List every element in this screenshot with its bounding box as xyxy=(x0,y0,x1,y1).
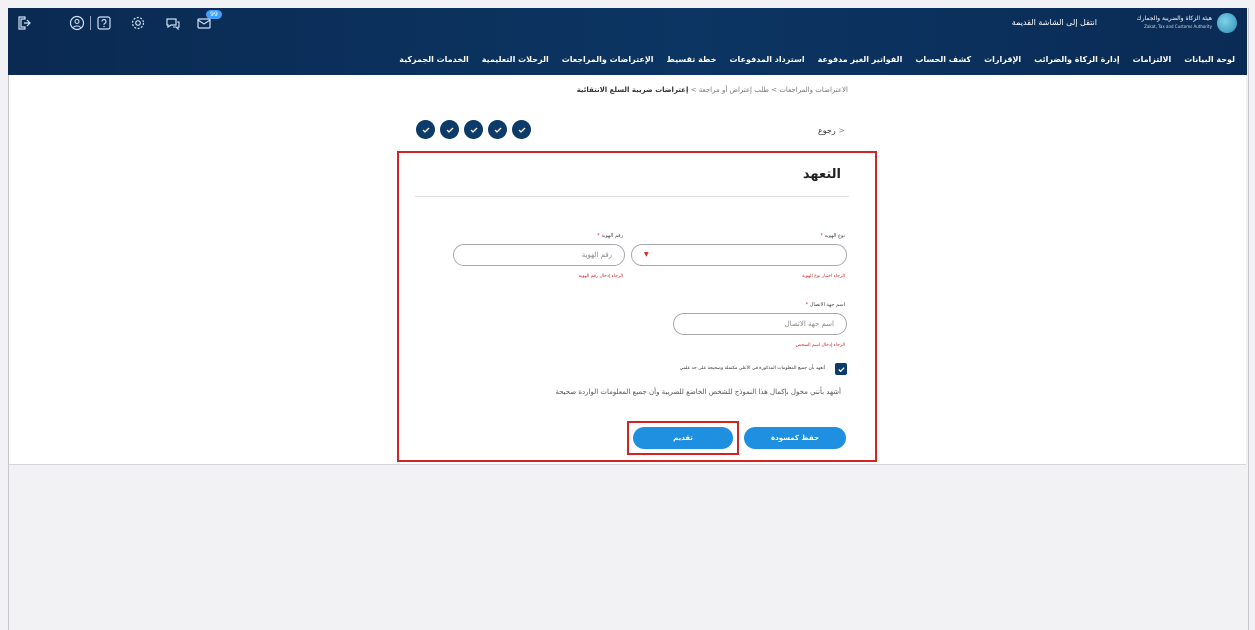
required-mark: * xyxy=(820,233,823,239)
chat-icon[interactable] xyxy=(165,15,181,31)
id-number-label-text: رقم الهوية xyxy=(601,233,623,239)
help-icon[interactable] xyxy=(96,15,112,31)
contact-error: الرجاء إدخال اسم الشخص xyxy=(795,343,845,348)
logo-text: هيئة الزكاة والضريبة والجمارك Zakat, Tax… xyxy=(1137,15,1212,31)
check-icon xyxy=(422,127,429,133)
contact-placeholder: اسم جهة الاتصال xyxy=(784,320,834,328)
nav-item-dashboard[interactable]: لوحة البيانات xyxy=(1184,55,1235,64)
declaration-text: أشهد بأنني مخول بإكمال هذا النموذج للشخص… xyxy=(555,388,841,396)
card-title: التعهد xyxy=(802,167,841,182)
chevron-right-icon: > xyxy=(838,126,845,135)
check-icon xyxy=(837,366,845,372)
check-icon xyxy=(494,127,501,133)
check-icon xyxy=(446,127,453,133)
nav-item-educational-journeys[interactable]: الرحلات التعليمية xyxy=(482,55,549,64)
contact-label-text: اسم جهة الاتصال xyxy=(809,302,845,308)
undertaking-checkbox[interactable] xyxy=(835,363,847,375)
nav-item-customs-services[interactable]: الخدمات الجمركية xyxy=(399,55,469,64)
step-complete xyxy=(416,120,435,139)
nav-item-zakat-tax-management[interactable]: إدارة الزكاة والضرائب xyxy=(1034,55,1119,64)
authority-logo[interactable]: هيئة الزكاة والضريبة والجمارك Zakat, Tax… xyxy=(1137,13,1237,33)
logo-arabic: هيئة الزكاة والضريبة والجمارك xyxy=(1136,15,1212,22)
main-content: الاعتراضات والمراجعات > طلب إعتراض أو مر… xyxy=(9,75,1246,465)
checkbox-label: أتعهد بأن جميع المعلومات المذكورة في الأ… xyxy=(679,366,825,371)
required-mark: * xyxy=(805,302,809,308)
nav-item-returns[interactable]: الإقرارات xyxy=(984,55,1021,64)
nav-item-refunds[interactable]: استرداد المدفوعات xyxy=(729,55,804,64)
id-type-label: نوع الهوية * xyxy=(820,233,845,239)
id-number-placeholder: رقم الهوية xyxy=(581,251,612,259)
check-icon xyxy=(470,127,477,133)
main-nav: لوحة البيانات الالتزامات إدارة الزكاة وا… xyxy=(399,55,1235,64)
back-label: رجوع xyxy=(818,126,836,135)
notification-badge: 99 xyxy=(206,10,222,19)
id-type-error: الرجاء اختيار نوع الهوية xyxy=(802,274,845,279)
divider xyxy=(415,196,849,197)
id-number-error: الرجاء إدخال رقم الهوية xyxy=(578,274,623,279)
step-complete xyxy=(512,120,531,139)
breadcrumb-current: إعتراضات ضريبة السلع الانتقائية xyxy=(576,86,689,94)
breadcrumb-request[interactable]: طلب إعتراض أو مراجعة xyxy=(699,86,769,94)
stepper xyxy=(416,120,531,139)
id-number-label: رقم الهوية * xyxy=(597,233,623,239)
app-header: 99 هيئة الزكاة والضريبة والجمارك Zakat, … xyxy=(8,8,1247,75)
old-screen-link[interactable]: انتقل إلى الشاشة القديمة xyxy=(1012,18,1097,27)
id-type-label-text: نوع الهوية xyxy=(824,233,845,239)
logout-icon[interactable] xyxy=(16,15,32,31)
contact-name-input[interactable]: اسم جهة الاتصال xyxy=(673,313,847,335)
id-type-select[interactable]: ▼ xyxy=(631,244,847,266)
undertaking-card: التعهد نوع الهوية * ▼ الرجاء اختيار نوع … xyxy=(397,151,877,462)
back-button[interactable]: رجوع > xyxy=(818,126,845,135)
step-complete xyxy=(464,120,483,139)
breadcrumb-objections[interactable]: الاعتراضات والمراجعات xyxy=(779,86,848,94)
settings-icon[interactable] xyxy=(130,15,146,31)
nav-item-obligations[interactable]: الالتزامات xyxy=(1133,55,1172,64)
save-draft-button[interactable]: حفظ كمسودة xyxy=(744,427,846,449)
nav-item-account-statement[interactable]: كشف الحساب xyxy=(915,55,971,64)
nav-item-objections[interactable]: الإعتراضات والمراجعات xyxy=(562,55,654,64)
top-bar: 99 هيئة الزكاة والضريبة والجمارك Zakat, … xyxy=(8,8,1247,38)
step-complete xyxy=(440,120,459,139)
check-icon xyxy=(518,127,525,133)
breadcrumb-separator: > xyxy=(771,86,778,94)
required-mark: * xyxy=(597,233,600,239)
nav-item-unpaid-invoices[interactable]: الفواتير الغير مدفوعة xyxy=(818,55,903,64)
submit-button[interactable]: تقديم xyxy=(633,427,733,449)
logo-english: Zakat, Tax and Customs Authority xyxy=(1144,24,1212,29)
user-icon[interactable] xyxy=(69,15,85,31)
separator xyxy=(90,16,91,30)
contact-label: اسم جهة الاتصال * xyxy=(806,302,845,308)
breadcrumb-separator: > xyxy=(690,86,697,94)
chevron-down-icon: ▼ xyxy=(644,251,649,258)
id-number-input[interactable]: رقم الهوية xyxy=(453,244,625,266)
nav-item-installment-plan[interactable]: خطة تقسيط xyxy=(667,55,717,64)
step-complete xyxy=(488,120,507,139)
breadcrumb: الاعتراضات والمراجعات > طلب إعتراض أو مر… xyxy=(577,86,848,94)
logo-icon xyxy=(1217,13,1237,33)
